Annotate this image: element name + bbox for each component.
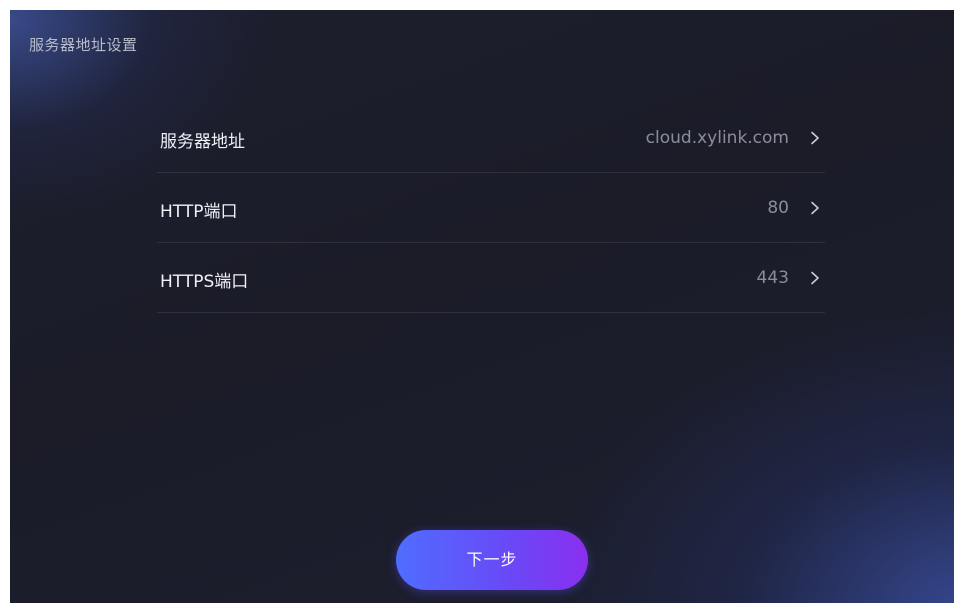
- setting-label: HTTPS端口: [160, 272, 249, 292]
- setting-value: 443: [756, 268, 789, 288]
- settings-screen: 服务器地址设置 服务器地址 cloud.xylink.com HTTP端口 80…: [10, 10, 954, 603]
- setting-label: HTTP端口: [160, 202, 238, 222]
- setting-value: cloud.xylink.com: [645, 128, 789, 148]
- setting-row-http-port[interactable]: HTTP端口 80: [157, 173, 825, 243]
- setting-row-https-port[interactable]: HTTPS端口 443: [157, 243, 825, 313]
- setting-value: 80: [767, 198, 789, 218]
- setting-row-server-address[interactable]: 服务器地址 cloud.xylink.com: [157, 103, 825, 173]
- chevron-right-icon: [811, 201, 819, 215]
- setting-label: 服务器地址: [160, 132, 245, 152]
- page-title: 服务器地址设置: [29, 36, 138, 54]
- next-step-button[interactable]: 下一步: [396, 530, 588, 590]
- chevron-right-icon: [811, 271, 819, 285]
- settings-list: 服务器地址 cloud.xylink.com HTTP端口 80 HTTPS端口…: [157, 103, 825, 313]
- chevron-right-icon: [811, 131, 819, 145]
